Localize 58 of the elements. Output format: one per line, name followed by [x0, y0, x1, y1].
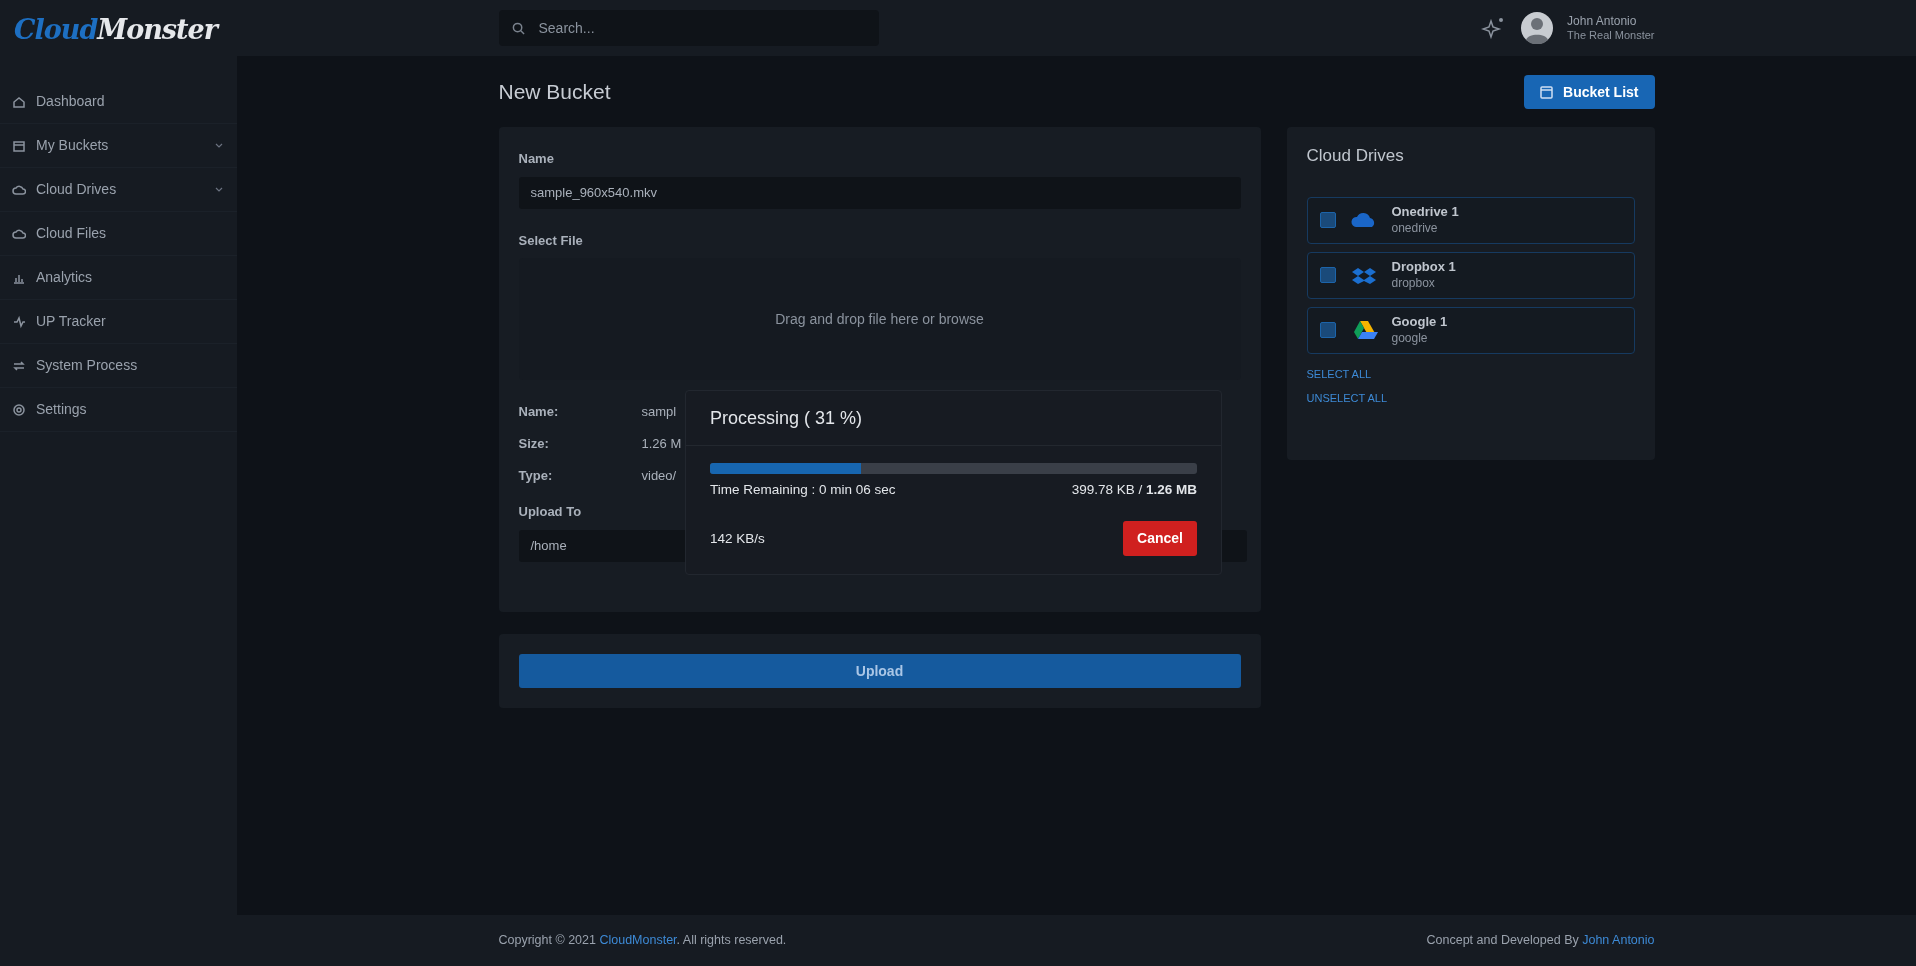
time-remaining: Time Remaining : 0 min 06 sec — [710, 481, 896, 499]
sidebar-item[interactable]: Dashboard — [0, 80, 237, 124]
copyright-text: Copyright © 2021 CloudMonster. All rights reserved. — [498, 932, 787, 950]
drive-item[interactable]: Dropbox 1 dropbox — [1306, 251, 1635, 299]
dialog-title: Processing ( 31 %) — [710, 406, 863, 430]
select-all-link[interactable]: SELECT ALL — [1306, 365, 1372, 382]
sidebar-item[interactable]: Cloud Files — [0, 212, 237, 256]
user-name: John Antonio — [1567, 14, 1638, 29]
footer-link[interactable]: CloudMonster — [599, 933, 677, 948]
checkbox[interactable] — [1319, 212, 1336, 228]
dropzone-text: Drag and drop file here or browse — [775, 309, 984, 329]
arrows-icon — [12, 358, 26, 373]
home-icon — [12, 94, 26, 109]
page-title: New Bucket — [498, 79, 611, 105]
transfer-speed: 142 KB/s — [710, 529, 765, 548]
checkbox[interactable] — [1319, 322, 1336, 338]
footer-link[interactable]: John Antonio — [1582, 933, 1655, 948]
sidebar-item[interactable]: System Process — [0, 344, 237, 388]
field-label: Upload To — [518, 503, 583, 521]
bucket-list-button[interactable]: Bucket List — [1524, 75, 1655, 109]
info-label: Type: — [518, 467, 554, 486]
drive-name: Google 1 — [1391, 313, 1448, 331]
bucket-icon — [1540, 85, 1554, 99]
search-icon — [511, 22, 525, 35]
drive-type: google — [1391, 330, 1429, 347]
transfer-amount: 399.78 KB / 1.26 MB — [1071, 481, 1197, 499]
sidebar-item[interactable]: Cloud Drives — [0, 168, 237, 212]
sidebar-item[interactable]: UP Tracker — [0, 300, 237, 344]
box-icon — [12, 138, 26, 153]
sidebar-item[interactable]: My Buckets — [0, 124, 237, 168]
drive-name: Onedrive 1 — [1391, 203, 1459, 221]
gear-icon — [12, 402, 26, 417]
info-value: sampl — [641, 403, 677, 422]
info-label: Name: — [518, 403, 560, 422]
drive-type: dropbox — [1391, 275, 1436, 292]
logo: CloudMonster — [0, 0, 237, 56]
field-label: Name — [518, 150, 555, 168]
info-label: Size: — [518, 435, 550, 454]
info-value: 1.26 M — [641, 435, 682, 454]
name-input[interactable]: sample_960x540.mkv — [518, 176, 1241, 209]
checkbox[interactable] — [1319, 267, 1336, 283]
unselect-all-link[interactable]: UNSELECT ALL — [1306, 390, 1387, 407]
sidebar-item[interactable]: Analytics — [0, 256, 237, 300]
user-role: The Real Monster — [1567, 28, 1655, 42]
drive-name: Dropbox 1 — [1391, 258, 1456, 276]
drive-item[interactable]: Onedrive 1 onedrive — [1306, 196, 1635, 244]
upload-button[interactable]: Upload — [518, 654, 1241, 688]
cancel-button[interactable]: Cancel — [1123, 521, 1197, 557]
drive-item[interactable]: Google 1 google — [1306, 306, 1635, 354]
sidebar-item[interactable]: Settings — [0, 388, 237, 432]
avatar[interactable] — [1521, 12, 1554, 44]
info-value: video/ — [641, 467, 677, 486]
drive-type: onedrive — [1391, 220, 1439, 237]
search-field[interactable]: Search... — [498, 10, 879, 46]
credit-text: Concept and Developed By John Antonio — [1426, 932, 1655, 950]
field-label: Select File — [518, 231, 584, 250]
card-title: Cloud Drives — [1306, 145, 1405, 167]
pulse-icon — [12, 314, 26, 329]
